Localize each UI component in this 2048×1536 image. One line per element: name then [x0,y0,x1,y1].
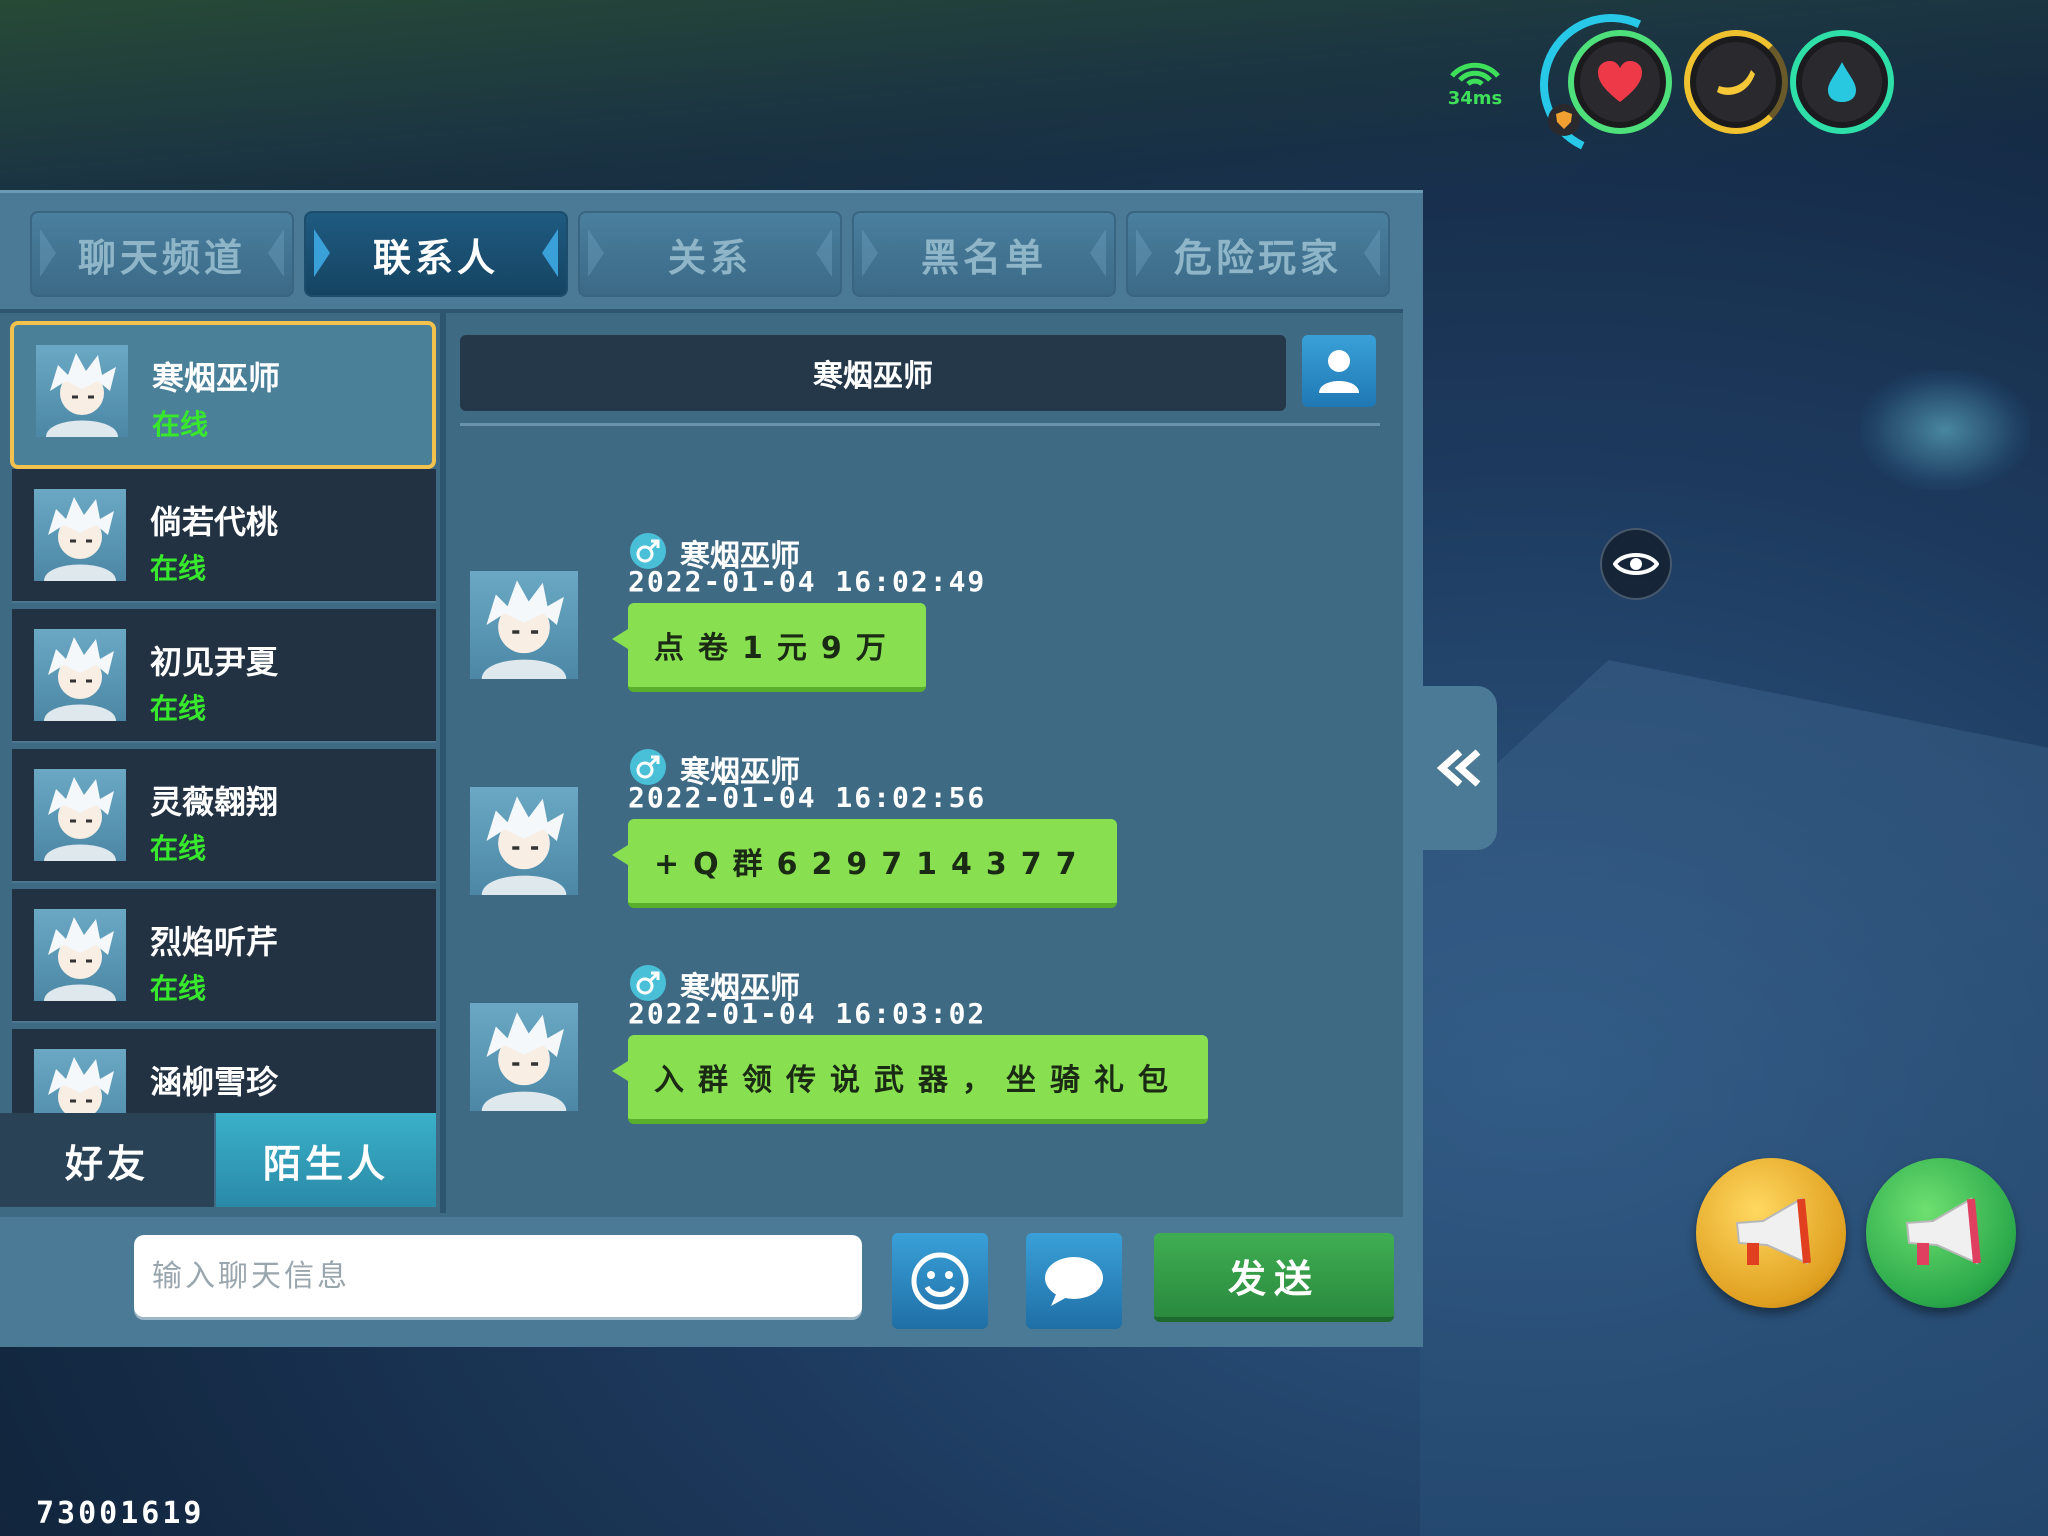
contact-name: 初见尹夏 [150,643,279,681]
contact-item[interactable]: 倘若代桃 在线 [12,469,436,603]
contact-name: 寒烟巫师 [152,359,281,397]
contact-status: 在线 [152,408,209,441]
send-button[interactable]: 发送 [1154,1233,1394,1322]
message-bubble: +Q群629714377 [612,819,1117,908]
male-icon [630,965,666,1001]
user-icon [1319,350,1359,393]
contact-item[interactable]: 初见尹夏 在线 [12,609,436,743]
tab-strangers[interactable]: 陌生人 [216,1113,438,1207]
contact-name: 倘若代桃 [150,503,279,541]
chat-message: 寒烟巫师 2022-01-04 16:03:02 入群领传说武器，坐骑礼包 [470,965,1370,1185]
player-id: 73001619 [36,1496,205,1531]
double-chevron-left-icon [1436,749,1481,787]
wifi-icon [1450,62,1500,86]
contact-item[interactable]: 涵柳雪珍 在线 [12,1029,436,1113]
contact-name: 烈焰听芹 [150,923,279,961]
avatar [34,769,126,861]
list-tabs: 好友 陌生人 [0,1113,440,1207]
speech-bubble-icon [1045,1257,1103,1306]
male-icon [630,749,666,785]
contact-name: 灵薇翱翔 [150,783,279,821]
contact-item[interactable]: 烈焰听芹 在线 [12,889,436,1023]
health-gauge [1568,30,1672,134]
contact-list[interactable]: 寒烟巫师 在线 倘若代桃 在线 初见尹夏 在线 灵薇翱翔 在线 烈焰听芹 在线 … [6,313,442,1113]
panel-divider [440,313,446,1213]
network-indicator: 34ms [1440,52,1510,122]
message-time: 2022-01-04 16:03:02 [628,997,987,1030]
panel-body: 寒烟巫师 在线 倘若代桃 在线 初见尹夏 在线 灵薇翱翔 在线 烈焰听芹 在线 … [0,309,1403,1217]
background-ground [1420,660,2048,1536]
chat-area: 寒烟巫师 寒烟巫师 2022-01-04 16:02:49 点卷1元9万 寒烟巫… [452,313,1404,1213]
avatar [34,909,126,1001]
avatar [34,489,126,581]
avatar [470,1003,578,1111]
quick-phrase-button[interactable] [1026,1233,1122,1329]
input-bar: 发送 [0,1217,1423,1347]
avatar [36,345,128,437]
avatar [470,787,578,895]
avatar [34,629,126,721]
chat-input[interactable] [134,1235,862,1317]
heart-icon [1598,61,1642,102]
hunger-gauge [1684,30,1788,134]
server-broadcast-button[interactable] [1866,1158,2016,1308]
megaphone-icon [1735,1197,1811,1265]
avatar [470,571,578,679]
tab-friends[interactable]: 好友 [0,1113,216,1207]
social-panel: 聊天频道 联系人 关系 黑名单 危险玩家 寒烟巫师 在线 倘若代桃 在线 初见尹… [0,190,1423,1347]
contact-name: 涵柳雪珍 [150,1063,279,1101]
contact-item[interactable]: 寒烟巫师 在线 [10,321,436,469]
emoji-button[interactable] [892,1233,988,1329]
contact-status: 在线 [150,692,207,725]
avatar [34,1049,126,1113]
message-time: 2022-01-04 16:02:56 [628,781,987,814]
eye-icon [1613,553,1659,575]
chat-message: 寒烟巫师 2022-01-04 16:02:56 +Q群629714377 [470,749,1370,969]
message-bubble: 入群领传说武器，坐骑礼包 [612,1035,1208,1124]
message-time: 2022-01-04 16:02:49 [628,565,987,598]
tab-relations[interactable]: 关系 [578,211,842,297]
tab-contacts[interactable]: 联系人 [304,211,568,297]
chat-message: 寒烟巫师 2022-01-04 16:02:49 点卷1元9万 [470,533,1370,753]
tab-blacklist[interactable]: 黑名单 [852,211,1116,297]
panel-tabs: 聊天频道 联系人 关系 黑名单 危险玩家 [30,211,1390,297]
tab-chat-channel[interactable]: 聊天频道 [30,211,294,297]
thirst-gauge [1790,30,1894,134]
ping-text: 34ms [1447,88,1503,109]
male-icon [630,533,666,569]
tab-dangerous-players[interactable]: 危险玩家 [1126,211,1390,297]
view-toggle-button[interactable] [1600,528,1672,600]
dragon-creature [1860,370,2030,490]
banana-icon [1717,70,1755,95]
world-broadcast-button[interactable] [1696,1158,1846,1308]
smiley-icon [911,1252,969,1310]
contact-status: 在线 [150,832,207,865]
collapse-panel-button[interactable] [1423,686,1497,850]
profile-button[interactable] [1302,335,1376,407]
chat-title: 寒烟巫师 [460,335,1286,411]
contact-item[interactable]: 灵薇翱翔 在线 [12,749,436,883]
water-drop-icon [1828,62,1856,102]
contact-status: 在线 [150,552,207,585]
header-divider [460,423,1380,426]
message-bubble: 点卷1元9万 [612,603,926,692]
contact-status: 在线 [150,972,207,1005]
megaphone-icon [1905,1197,1981,1265]
